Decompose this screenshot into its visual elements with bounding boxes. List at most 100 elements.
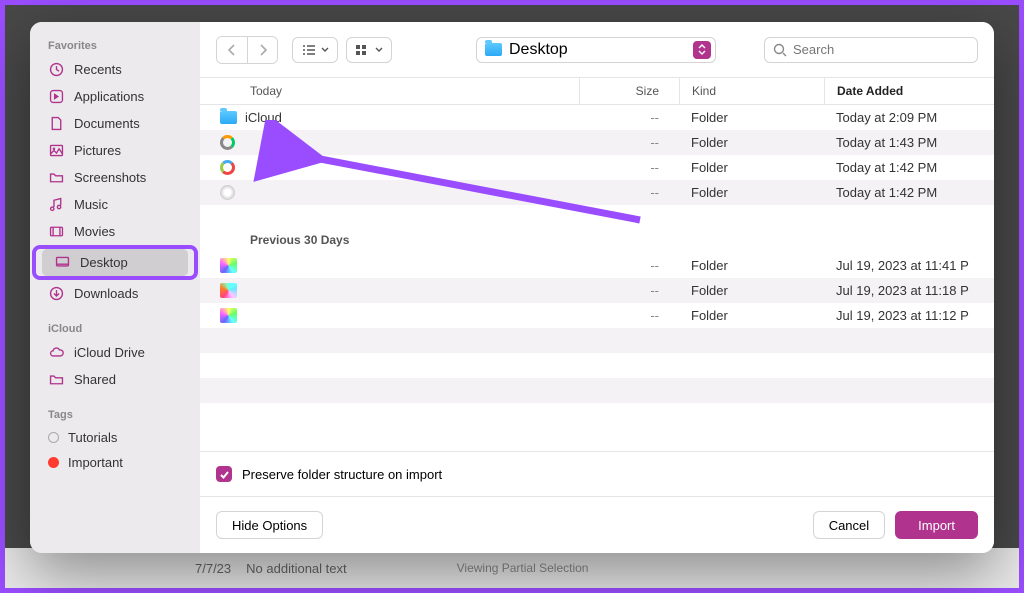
- file-kind: Folder: [679, 258, 824, 273]
- sidebar-item-desktop[interactable]: Desktop: [42, 249, 188, 276]
- bg-text: No additional text: [246, 561, 346, 576]
- preserve-checkbox[interactable]: [216, 466, 232, 482]
- sidebar-item-label: Desktop: [80, 255, 128, 270]
- sidebar-item-applications[interactable]: Applications: [30, 83, 200, 110]
- sidebar-tag-important[interactable]: Important: [30, 450, 200, 475]
- file-kind: Folder: [679, 308, 824, 323]
- sidebar-tag-label: Important: [68, 455, 123, 470]
- folder-icon: [48, 169, 65, 186]
- tag-dot-icon: [48, 457, 59, 468]
- file-row[interactable]: iCloud --FolderToday at 2:09 PM: [200, 105, 994, 130]
- sidebar-item-label: Recents: [74, 62, 122, 77]
- clock-icon: [48, 61, 65, 78]
- sidebar-item-recents[interactable]: Recents: [30, 56, 200, 83]
- main-panel: Desktop Today Size Kind Date Added iClou…: [200, 22, 994, 553]
- sidebar-item-pictures[interactable]: Pictures: [30, 137, 200, 164]
- file-kind: Folder: [679, 283, 824, 298]
- sidebar-item-movies[interactable]: Movies: [30, 218, 200, 245]
- sidebar-item-label: Shared: [74, 372, 116, 387]
- file-size: --: [579, 110, 679, 125]
- sidebar-tag-tutorials[interactable]: Tutorials: [30, 425, 200, 450]
- col-size[interactable]: Size: [579, 78, 679, 104]
- sidebar-item-music[interactable]: Music: [30, 191, 200, 218]
- file-size: --: [579, 160, 679, 175]
- sidebar-item-label: Documents: [74, 116, 140, 131]
- sidebar-item-label: iCloud Drive: [74, 345, 145, 360]
- search-field[interactable]: [764, 37, 978, 63]
- file-date: Jul 19, 2023 at 11:18 P: [824, 283, 994, 298]
- tags-heading: Tags: [30, 403, 200, 425]
- view-list-button[interactable]: [292, 37, 338, 63]
- empty-row: [200, 378, 994, 403]
- sidebar-item-label: Applications: [74, 89, 144, 104]
- folder-icon: [485, 43, 502, 56]
- file-date: Today at 2:09 PM: [824, 110, 994, 125]
- thumbnail-icon: [220, 258, 237, 273]
- file-size: --: [579, 283, 679, 298]
- toolbar: Desktop: [200, 22, 994, 77]
- file-size: --: [579, 258, 679, 273]
- file-date: Jul 19, 2023 at 11:41 P: [824, 258, 994, 273]
- file-kind: Folder: [679, 185, 824, 200]
- hide-options-button[interactable]: Hide Options: [216, 511, 323, 539]
- sidebar-item-downloads[interactable]: Downloads: [30, 280, 200, 307]
- sidebar-item-shared[interactable]: Shared: [30, 366, 200, 393]
- empty-row: [200, 353, 994, 378]
- file-list[interactable]: iCloud--FolderToday at 2:09 PM--FolderTo…: [200, 105, 994, 451]
- back-button[interactable]: [217, 37, 247, 63]
- ring-icon: [220, 160, 235, 175]
- options-bar: Preserve folder structure on import: [200, 451, 994, 496]
- forward-button[interactable]: [247, 37, 277, 63]
- sidebar: Favorites Recents Applications Documents…: [30, 22, 200, 553]
- view-grid-button[interactable]: [346, 37, 392, 63]
- background-footer: 7/7/23 No additional text Viewing Partia…: [5, 548, 1019, 588]
- col-date[interactable]: Date Added: [824, 78, 994, 104]
- col-name[interactable]: Today: [200, 84, 579, 98]
- file-date: Today at 1:43 PM: [824, 135, 994, 150]
- ring-icon: [220, 135, 235, 150]
- footer: Hide Options Cancel Import: [200, 496, 994, 553]
- file-row[interactable]: --FolderToday at 1:42 PM: [200, 155, 994, 180]
- disc-icon: [220, 185, 235, 200]
- download-icon: [48, 285, 65, 302]
- file-row[interactable]: --FolderJul 19, 2023 at 11:41 P: [200, 253, 994, 278]
- file-name: iCloud: [245, 110, 282, 125]
- file-kind: Folder: [679, 110, 824, 125]
- path-label: Desktop: [509, 41, 568, 59]
- column-headers[interactable]: Today Size Kind Date Added: [200, 77, 994, 105]
- file-size: --: [579, 308, 679, 323]
- file-row[interactable]: --FolderJul 19, 2023 at 11:12 P: [200, 303, 994, 328]
- favorites-heading: Favorites: [30, 34, 200, 56]
- file-row[interactable]: --FolderToday at 1:42 PM: [200, 180, 994, 205]
- nav-buttons: [216, 36, 278, 64]
- empty-row: [200, 328, 994, 353]
- file-date: Jul 19, 2023 at 11:12 P: [824, 308, 994, 323]
- search-icon: [773, 43, 787, 57]
- file-kind: Folder: [679, 160, 824, 175]
- sidebar-item-label: Movies: [74, 224, 115, 239]
- path-selector[interactable]: Desktop: [476, 37, 716, 63]
- highlight-desktop: Desktop: [32, 245, 198, 280]
- search-input[interactable]: [793, 42, 969, 57]
- desktop-icon: [54, 254, 71, 271]
- import-button[interactable]: Import: [895, 511, 978, 539]
- bg-right: Viewing Partial Selection: [457, 561, 589, 575]
- preserve-label: Preserve folder structure on import: [242, 467, 442, 482]
- sidebar-item-icloud-drive[interactable]: iCloud Drive: [30, 339, 200, 366]
- sidebar-item-label: Music: [74, 197, 108, 212]
- group-label: Previous 30 Days: [200, 227, 994, 253]
- sidebar-item-label: Pictures: [74, 143, 121, 158]
- sidebar-item-screenshots[interactable]: Screenshots: [30, 164, 200, 191]
- file-row[interactable]: --FolderJul 19, 2023 at 11:18 P: [200, 278, 994, 303]
- file-date: Today at 1:42 PM: [824, 185, 994, 200]
- document-icon: [48, 115, 65, 132]
- shared-folder-icon: [48, 371, 65, 388]
- col-kind[interactable]: Kind: [679, 78, 824, 104]
- sidebar-item-documents[interactable]: Documents: [30, 110, 200, 137]
- file-row[interactable]: --FolderToday at 1:43 PM: [200, 130, 994, 155]
- icloud-heading: iCloud: [30, 317, 200, 339]
- open-dialog: Favorites Recents Applications Documents…: [30, 22, 994, 553]
- cancel-button[interactable]: Cancel: [813, 511, 885, 539]
- sidebar-tag-label: Tutorials: [68, 430, 117, 445]
- cloud-icon: [48, 344, 65, 361]
